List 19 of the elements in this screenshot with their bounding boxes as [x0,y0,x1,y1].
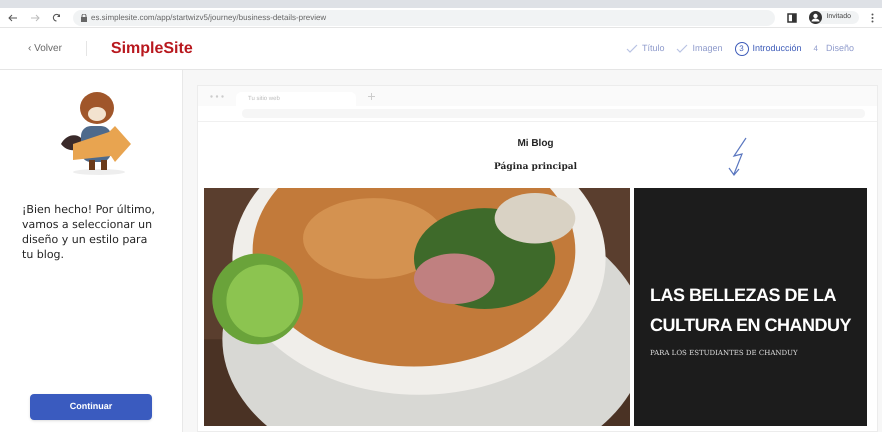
hero-title: LAS BELLEZAS DE LA CULTURA EN CHANDUY [650,284,852,337]
menu-icon[interactable] [871,12,874,22]
address-bar[interactable]: es.simplesite.com/app/startwizv5/journey/business-details-preview [73,10,776,26]
continue-button[interactable]: Continuar [30,394,152,420]
check-icon [626,44,638,54]
lock-icon [81,14,87,22]
check-icon [676,44,688,54]
nav-link[interactable]: Página principal [494,160,578,174]
logo[interactable]: SimpleSite [110,36,193,60]
new-tab-icon [368,92,375,100]
step-item[interactable]: 3 Introducción [734,42,802,56]
reload-icon[interactable] [52,13,61,22]
person-icon [809,11,822,24]
window-dots-icon [210,94,224,98]
back-arrow-icon[interactable] [8,14,18,22]
back-link[interactable]: ‹ Volver [28,41,87,56]
intro-message: ¡Bien hecho! Por último, vamos a seleccionar un diseño y un estilo para tu blog. [22,202,156,262]
site-title: Mi Blog [517,136,554,151]
sidebar-icon[interactable] [787,12,798,22]
